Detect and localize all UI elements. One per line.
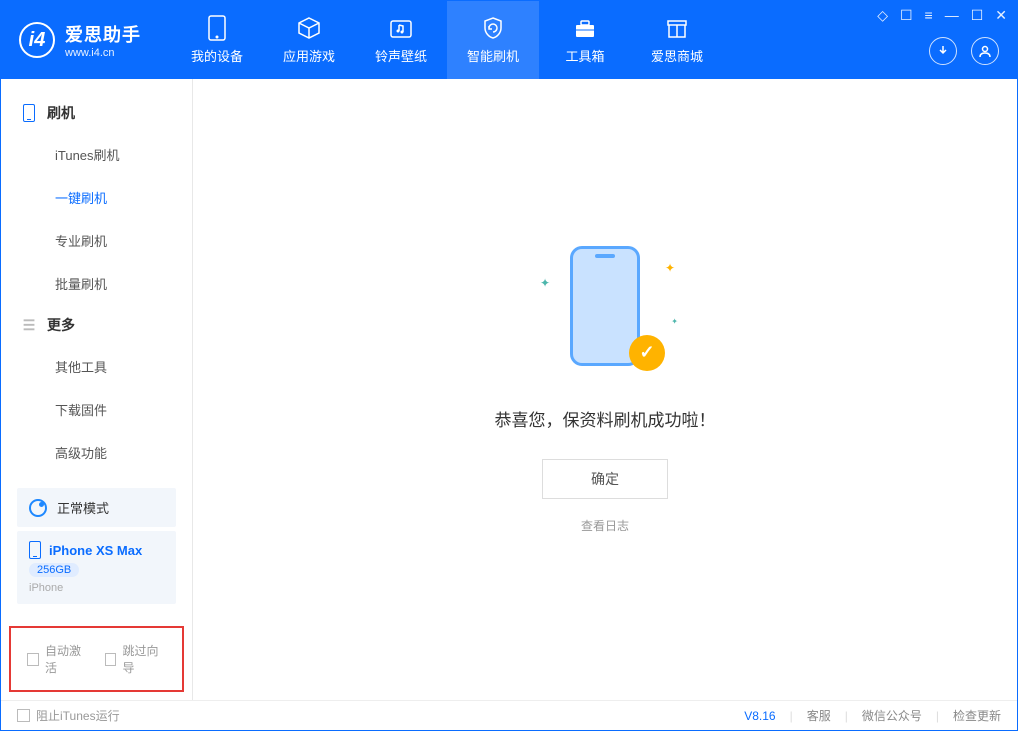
nav-label: 铃声壁纸 — [375, 46, 427, 65]
sidebar-item-batch-flash[interactable]: 批量刷机 — [1, 262, 192, 305]
store-icon — [665, 16, 689, 40]
wechat-link[interactable]: 微信公众号 — [862, 707, 922, 724]
nav-tab-flash[interactable]: 智能刷机 — [447, 1, 539, 79]
divider: | — [936, 709, 939, 723]
minimize-button[interactable]: — — [945, 7, 959, 24]
checkbox-label: 阻止iTunes运行 — [36, 707, 120, 724]
device-panel: 正常模式 iPhone XS Max 256GB iPhone — [1, 478, 192, 614]
device-name: iPhone XS Max — [49, 543, 142, 558]
window-controls: ◇ ☐ ≡ — ☐ ✕ — [877, 7, 1007, 24]
logo-icon: i4 — [19, 22, 55, 58]
nav-label: 应用游戏 — [283, 46, 335, 65]
lock-icon[interactable]: ☐ — [900, 7, 913, 24]
logo-area: i4 爱思助手 www.i4.cn — [19, 21, 141, 59]
sidebar-item-oneclick-flash[interactable]: 一键刷机 — [1, 176, 192, 219]
customer-service-link[interactable]: 客服 — [807, 707, 831, 724]
music-folder-icon — [389, 16, 413, 40]
phone-icon — [205, 16, 229, 40]
nav-tab-apps[interactable]: 应用游戏 — [263, 1, 355, 79]
footer-left: 阻止iTunes运行 — [17, 707, 120, 724]
checkbox-skip-guide[interactable]: 跳过向导 — [105, 642, 167, 676]
app-header: i4 爱思助手 www.i4.cn 我的设备 应用游戏 铃声壁纸 智能刷机 工具… — [1, 1, 1017, 79]
shield-refresh-icon — [481, 16, 505, 40]
cube-icon — [297, 16, 321, 40]
download-icon[interactable] — [929, 37, 957, 65]
user-icon[interactable] — [971, 37, 999, 65]
device-type: iPhone — [29, 582, 164, 594]
menu-icon[interactable]: ≡ — [925, 7, 933, 24]
sidebar-group-more: ☰ 更多 — [1, 305, 192, 345]
nav-label: 工具箱 — [565, 46, 604, 65]
maximize-button[interactable]: ☐ — [971, 7, 984, 24]
device-mode-row[interactable]: 正常模式 — [17, 488, 176, 527]
checkbox-box — [17, 709, 30, 722]
group-label: 刷机 — [47, 103, 75, 123]
sidebar-item-itunes-flash[interactable]: iTunes刷机 — [1, 133, 192, 176]
sidebar-item-pro-flash[interactable]: 专业刷机 — [1, 219, 192, 262]
header-right-icons — [929, 37, 999, 65]
checkbox-box — [105, 653, 117, 666]
nav-tab-store[interactable]: 爱思商城 — [631, 1, 723, 79]
device-mode: 正常模式 — [57, 498, 109, 517]
sidebar-nav: 刷机 iTunes刷机 一键刷机 专业刷机 批量刷机 ☰ 更多 其他工具 下载固… — [1, 79, 192, 478]
shirt-icon[interactable]: ◇ — [877, 7, 888, 24]
group-label: 更多 — [47, 315, 75, 335]
sidebar-item-advanced[interactable]: 高级功能 — [1, 431, 192, 474]
app-body: 刷机 iTunes刷机 一键刷机 专业刷机 批量刷机 ☰ 更多 其他工具 下载固… — [1, 79, 1017, 700]
checkbox-block-itunes[interactable]: 阻止iTunes运行 — [17, 707, 120, 724]
checkbox-highlight-row: 自动激活 跳过向导 — [9, 626, 184, 692]
nav-tab-device[interactable]: 我的设备 — [171, 1, 263, 79]
list-icon: ☰ — [21, 317, 37, 333]
device-capacity: 256GB — [29, 563, 79, 577]
checkbox-label: 自动激活 — [45, 642, 89, 676]
check-badge-icon: ✓ — [629, 335, 665, 371]
view-log-link[interactable]: 查看日志 — [581, 517, 629, 534]
divider: | — [790, 709, 793, 723]
app-name: 爱思助手 — [65, 21, 141, 47]
sparkle-icon: ✦ — [665, 261, 675, 275]
toolbox-icon — [573, 16, 597, 40]
divider: | — [845, 709, 848, 723]
checkbox-box — [27, 653, 39, 666]
main-content: ✓ ✦ ✦ ✦ 恭喜您，保资料刷机成功啦！ 确定 查看日志 — [193, 79, 1017, 700]
footer-right: V8.16 | 客服 | 微信公众号 | 检查更新 — [744, 707, 1001, 724]
device-info-row[interactable]: iPhone XS Max 256GB iPhone — [17, 531, 176, 604]
check-update-link[interactable]: 检查更新 — [953, 707, 1001, 724]
ok-button[interactable]: 确定 — [542, 459, 668, 499]
app-url: www.i4.cn — [65, 47, 141, 59]
nav-label: 我的设备 — [191, 46, 243, 65]
success-illustration: ✓ ✦ ✦ ✦ — [550, 246, 660, 376]
logo-text: 爱思助手 www.i4.cn — [65, 21, 141, 59]
phone-outline-icon — [21, 105, 37, 121]
success-message: 恭喜您，保资料刷机成功啦！ — [495, 406, 716, 431]
nav-tab-toolbox[interactable]: 工具箱 — [539, 1, 631, 79]
sidebar-item-download-firmware[interactable]: 下载固件 — [1, 388, 192, 431]
device-name-row: iPhone XS Max — [29, 541, 164, 559]
checkbox-auto-activate[interactable]: 自动激活 — [27, 642, 89, 676]
sparkle-icon: ✦ — [540, 276, 550, 290]
status-bar: 阻止iTunes运行 V8.16 | 客服 | 微信公众号 | 检查更新 — [1, 700, 1017, 730]
sparkle-icon: ✦ — [671, 317, 678, 326]
mode-icon — [29, 499, 47, 517]
sidebar: 刷机 iTunes刷机 一键刷机 专业刷机 批量刷机 ☰ 更多 其他工具 下载固… — [1, 79, 193, 700]
sidebar-item-other-tools[interactable]: 其他工具 — [1, 345, 192, 388]
close-button[interactable]: ✕ — [995, 7, 1007, 24]
phone-outline-icon — [29, 541, 41, 559]
checkbox-label: 跳过向导 — [122, 642, 166, 676]
version-label: V8.16 — [744, 709, 775, 723]
nav-label: 智能刷机 — [467, 46, 519, 65]
sidebar-group-flash: 刷机 — [1, 93, 192, 133]
nav-tabs: 我的设备 应用游戏 铃声壁纸 智能刷机 工具箱 爱思商城 — [171, 1, 723, 79]
nav-tab-ringtone[interactable]: 铃声壁纸 — [355, 1, 447, 79]
nav-label: 爱思商城 — [651, 46, 703, 65]
